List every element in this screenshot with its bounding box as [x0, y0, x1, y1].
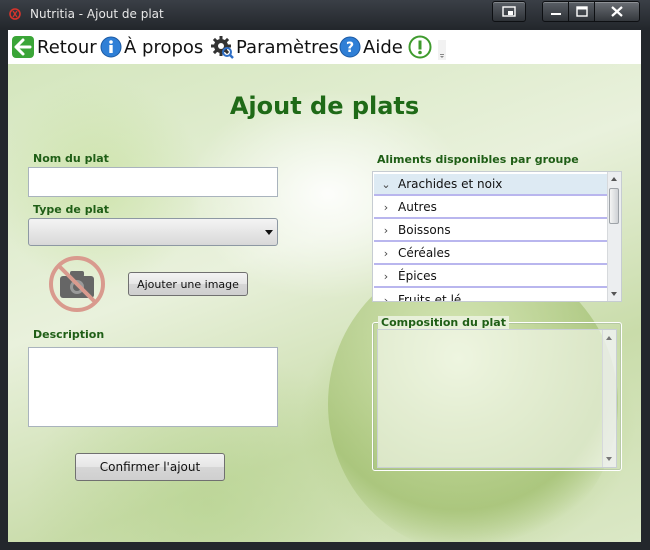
alert-button[interactable]: [408, 34, 432, 60]
tree-group-label: Céréales: [398, 246, 451, 260]
toolbar: Retour À propos Paramètres ? Aide: [8, 30, 641, 65]
scroll-up-icon[interactable]: [611, 177, 617, 181]
settings-button[interactable]: Paramètres: [210, 34, 339, 60]
scroll-down-icon[interactable]: [611, 292, 617, 296]
help-label: Aide: [363, 36, 403, 58]
toolbar-overflow-grip[interactable]: [438, 40, 446, 60]
scroll-down-icon[interactable]: [606, 457, 612, 461]
maximize-button[interactable]: [568, 1, 596, 22]
about-button[interactable]: À propos: [100, 34, 203, 60]
tree-group-fruits[interactable]: › Fruits et lé: [374, 289, 610, 302]
app-logo-icon: [9, 8, 21, 20]
tree-group-label: Fruits et lé: [398, 293, 462, 302]
back-arrow-icon: [12, 36, 34, 58]
settings-label: Paramètres: [236, 36, 339, 58]
composition-scrollbar[interactable]: [602, 330, 616, 467]
dish-type-label: Type de plat: [33, 203, 110, 216]
tree-group-cereales[interactable]: › Céréales: [374, 243, 610, 265]
main-content: Ajout de plats Nom du plat Type de plat …: [8, 64, 641, 542]
page-title: Ajout de plats: [229, 92, 420, 120]
chevron-right-icon[interactable]: ›: [374, 247, 398, 260]
chevron-right-icon[interactable]: ›: [374, 294, 398, 302]
scrollbar-thumb[interactable]: [609, 188, 619, 224]
app-window: Nutritia - Ajout de plat Retour À propos…: [0, 0, 650, 550]
add-image-button[interactable]: Ajouter une image: [128, 272, 248, 296]
close-button[interactable]: [594, 1, 640, 22]
description-label: Description: [33, 328, 105, 341]
help-icon: ?: [339, 36, 361, 58]
composition-list[interactable]: [377, 329, 617, 468]
title-bar[interactable]: Nutritia - Ajout de plat: [0, 0, 650, 28]
about-label: À propos: [124, 36, 204, 58]
foods-group-tree[interactable]: ⌄ Arachides et noix › Autres › Boissons …: [372, 171, 622, 302]
back-label: Retour: [37, 36, 97, 58]
alert-icon: [408, 35, 432, 59]
foods-by-group-label: Aliments disponibles par groupe: [377, 153, 579, 166]
tree-group-label: Arachides et noix: [398, 177, 503, 191]
info-icon: [100, 36, 122, 58]
tree-group-boissons[interactable]: › Boissons: [374, 220, 610, 242]
chevron-right-icon[interactable]: ›: [374, 270, 398, 283]
description-textarea[interactable]: [28, 347, 278, 427]
dish-name-label: Nom du plat: [33, 152, 109, 165]
confirm-button[interactable]: Confirmer l'ajout: [75, 453, 225, 481]
chevron-right-icon[interactable]: ›: [374, 201, 398, 214]
tree-group-autres[interactable]: › Autres: [374, 197, 610, 219]
dish-type-select[interactable]: [28, 218, 278, 246]
chevron-down-icon: [265, 230, 273, 235]
svg-text:?: ?: [346, 40, 354, 56]
foods-tree-scrollbar[interactable]: [607, 172, 621, 301]
snap-icon: [502, 6, 516, 17]
minimize-button[interactable]: [542, 1, 570, 22]
tree-group-arachides[interactable]: ⌄ Arachides et noix: [374, 174, 610, 196]
close-icon: [611, 6, 623, 17]
back-button[interactable]: Retour: [11, 34, 97, 60]
chevron-right-icon[interactable]: ›: [374, 224, 398, 237]
maximize-icon: [576, 6, 588, 17]
scroll-up-icon[interactable]: [606, 336, 612, 340]
snap-button[interactable]: [492, 1, 526, 22]
chevron-down-icon[interactable]: ⌄: [374, 178, 398, 191]
dish-name-input[interactable]: [28, 167, 278, 197]
tree-group-label: Épices: [398, 269, 437, 283]
window-title: Nutritia - Ajout de plat: [30, 7, 164, 21]
tree-group-epices[interactable]: › Épices: [374, 266, 610, 288]
tree-group-label: Boissons: [398, 223, 451, 237]
minimize-icon: [551, 13, 561, 15]
tree-group-label: Autres: [398, 200, 437, 214]
no-camera-icon: [49, 256, 105, 312]
composition-group: Composition du plat: [372, 316, 622, 471]
composition-label: Composition du plat: [378, 316, 509, 329]
gear-icon: [211, 36, 234, 59]
help-button[interactable]: ? Aide: [339, 34, 403, 60]
